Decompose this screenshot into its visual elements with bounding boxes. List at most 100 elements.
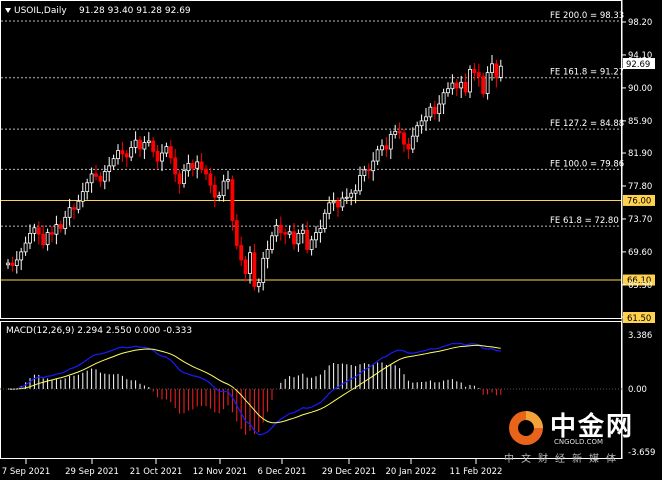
time-tick-label: 20 Jan 2022 (386, 467, 437, 477)
candle-body (305, 229, 310, 250)
candle-body (274, 224, 279, 237)
macd-tick-label: 3.386 (628, 331, 652, 341)
candle-body (468, 69, 472, 93)
time-tick-label: 7 Sep 2021 (2, 467, 50, 477)
candle-body (428, 106, 433, 118)
candle-body (498, 65, 503, 78)
candle-body (402, 132, 406, 145)
candle-body (446, 88, 450, 94)
candle-body (54, 224, 59, 235)
time-tick-label: 29 Sep 2021 (65, 467, 119, 477)
candle-body (336, 200, 340, 208)
candle-body (10, 262, 15, 266)
fib-level-label: FE 161.8 = 91.27 (550, 68, 624, 78)
symbol-label: USOIL,Daily (14, 6, 67, 16)
logo-domain: CNGOLD.COM (554, 438, 604, 446)
candle-body (50, 232, 54, 235)
candle-body (371, 160, 376, 172)
candle-body (28, 233, 32, 244)
candle-body (151, 140, 156, 152)
candle-body (490, 63, 494, 74)
candle-body (199, 161, 204, 170)
fib-level-label: FE 200.0 = 98.33 (550, 11, 624, 21)
hline-price-label: 76.00 (627, 196, 651, 206)
candle-body (98, 175, 103, 182)
candle-body (366, 169, 371, 172)
current-price-label: 92.69 (626, 60, 650, 70)
candle-body (454, 82, 459, 89)
price-tick-label: 69.60 (628, 248, 652, 258)
candle-body (72, 207, 76, 210)
candle-body (283, 232, 288, 235)
candle-body (331, 200, 336, 204)
candle-body (296, 233, 301, 245)
candle-body (226, 179, 230, 182)
candle-body (424, 116, 428, 122)
fibonacci-levels: FE 200.0 = 98.33 FE 161.8 = 91.27 FE 127.2… (1, 11, 624, 227)
candle-body (459, 81, 464, 89)
price-tick-label: 85.90 (628, 117, 652, 127)
candle-body (406, 143, 411, 150)
candle-body (410, 135, 415, 150)
macd-label: MACD(12,26,9) 2.294 2.550 0.000 -0.333 (6, 326, 192, 336)
candle-body (102, 171, 107, 182)
candle-body (129, 146, 134, 158)
fib-level-label: FE 61.8 = 72.80 (550, 216, 619, 226)
candle-body (327, 202, 332, 214)
candle-body (186, 163, 191, 172)
candle-body (124, 153, 129, 158)
candle-body (309, 239, 314, 250)
candle-body (415, 125, 420, 137)
price-tick-label: 65.50 (628, 281, 652, 291)
candle-body (45, 232, 50, 246)
candle-body (419, 120, 424, 127)
candle-body (14, 259, 19, 266)
candle-body (212, 184, 217, 198)
candle-body (278, 224, 283, 233)
candle-body (358, 175, 362, 192)
candle-body (133, 139, 138, 148)
candle-body (36, 227, 41, 235)
macd-tick-label: 0.00 (628, 385, 647, 395)
candle-body (23, 242, 28, 253)
main-panel-frame (0, 0, 622, 319)
candle-body (322, 212, 327, 229)
candle-body (318, 228, 323, 233)
candle-body (19, 251, 24, 261)
time-axis: 7 Sep 2021 29 Sep 2021 21 Oct 2021 12 Nov 2… (2, 459, 502, 477)
candle-body (164, 146, 169, 154)
time-tick-label: 29 Dec 2021 (322, 467, 376, 477)
candle-body (142, 142, 147, 150)
candle-body (239, 245, 244, 261)
candle-body (221, 180, 226, 197)
candle-body (63, 216, 68, 229)
candle-body (472, 69, 477, 74)
candle-body (441, 92, 446, 105)
candle-body (120, 150, 125, 155)
price-tick-label: 81.90 (628, 149, 652, 159)
candle-body (437, 103, 442, 115)
candlestick-series (6, 54, 503, 293)
candle-body (173, 157, 178, 175)
time-tick-label: 12 Nov 2021 (193, 467, 247, 477)
price-tick-label: 98.20 (628, 18, 652, 28)
candle-body (300, 229, 305, 234)
chart-menu-triangle-icon[interactable] (5, 8, 11, 13)
candle-body (397, 130, 402, 134)
candle-body (476, 72, 481, 78)
candle-body (146, 140, 151, 143)
candle-body (393, 130, 398, 135)
candle-body (287, 231, 292, 235)
candle-body (270, 235, 274, 250)
candle-body (107, 165, 112, 172)
candle-body (58, 224, 63, 229)
candle-body (190, 163, 195, 169)
candle-body (344, 196, 349, 199)
candle-body (41, 233, 46, 246)
price-tick-label: 73.70 (628, 215, 652, 225)
candle-body (177, 173, 182, 184)
candle-body (208, 173, 213, 186)
candle-body (94, 173, 98, 177)
fib-level-label: FE 100.0 = 79.86 (550, 159, 624, 169)
price-tick-label: 77.80 (628, 182, 652, 192)
